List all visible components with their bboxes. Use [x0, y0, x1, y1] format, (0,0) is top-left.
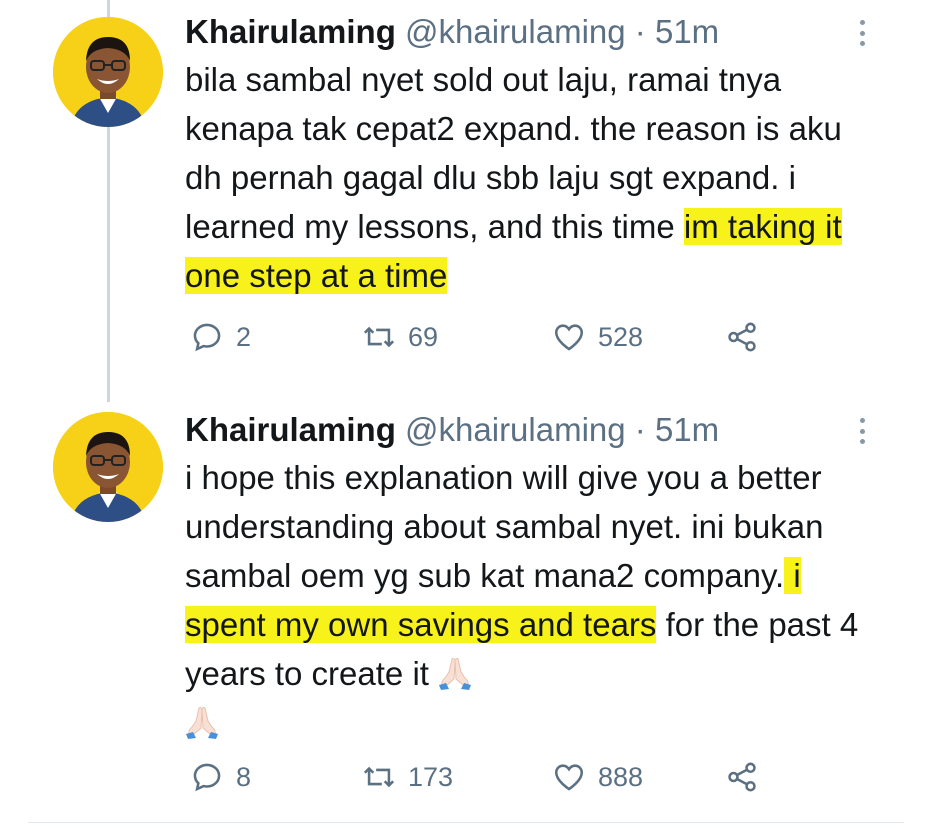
reply-button[interactable]: 8: [190, 760, 251, 794]
user-handle[interactable]: @khairulaming: [405, 411, 626, 448]
more-options-icon[interactable]: [854, 20, 870, 46]
folded-hands-icon: [438, 655, 472, 691]
retweet-button[interactable]: 69: [362, 320, 438, 354]
share-icon: [728, 762, 756, 792]
separator-dot: ·: [634, 13, 646, 50]
folded-hands-icon: [185, 704, 219, 740]
tweet-header: Khairulaming @khairulaming · 51m: [185, 12, 872, 52]
timestamp[interactable]: 51m: [655, 13, 719, 50]
tweet[interactable]: Khairulaming @khairulaming · 51m i hope …: [0, 398, 932, 823]
reply-icon: [193, 323, 221, 352]
like-count: 528: [598, 321, 644, 352]
separator-dot: ·: [634, 411, 646, 448]
share-button[interactable]: [725, 760, 771, 794]
retweet-count: 69: [408, 321, 439, 352]
reply-count: 2: [236, 321, 252, 352]
avatar[interactable]: [53, 17, 163, 127]
heart-icon: [554, 324, 584, 351]
reply-icon: [193, 763, 221, 792]
avatar[interactable]: [53, 412, 163, 522]
tweet-actions: 2 69 528: [190, 320, 790, 360]
share-button[interactable]: [725, 320, 771, 354]
tweet-text-plain: i hope this explanation will give you a …: [185, 459, 824, 594]
retweet-button[interactable]: 173: [362, 760, 453, 794]
retweet-icon: [363, 766, 395, 788]
tweet-header: Khairulaming @khairulaming · 51m: [185, 410, 872, 450]
retweet-icon: [363, 326, 395, 348]
more-options-icon[interactable]: [854, 418, 870, 444]
heart-icon: [554, 764, 584, 791]
tweet[interactable]: Khairulaming @khairulaming · 51m bila sa…: [0, 0, 932, 398]
reply-count: 8: [236, 761, 252, 792]
tweet-actions: 8 173 888: [190, 760, 790, 800]
retweet-count: 173: [408, 761, 454, 792]
twitter-thread: Khairulaming @khairulaming · 51m bila sa…: [0, 0, 932, 829]
user-handle[interactable]: @khairulaming: [405, 13, 626, 50]
like-button[interactable]: 528: [552, 320, 643, 354]
tweet-text: bila sambal nyet sold out laju, ramai tn…: [185, 55, 875, 300]
display-name[interactable]: Khairulaming: [185, 13, 396, 50]
reply-button[interactable]: 2: [190, 320, 251, 354]
share-icon: [728, 322, 756, 352]
like-count: 888: [598, 761, 644, 792]
display-name[interactable]: Khairulaming: [185, 411, 396, 448]
divider: [28, 822, 904, 823]
like-button[interactable]: 888: [552, 760, 643, 794]
tweet-text: i hope this explanation will give you a …: [185, 453, 875, 747]
timestamp[interactable]: 51m: [655, 411, 719, 448]
